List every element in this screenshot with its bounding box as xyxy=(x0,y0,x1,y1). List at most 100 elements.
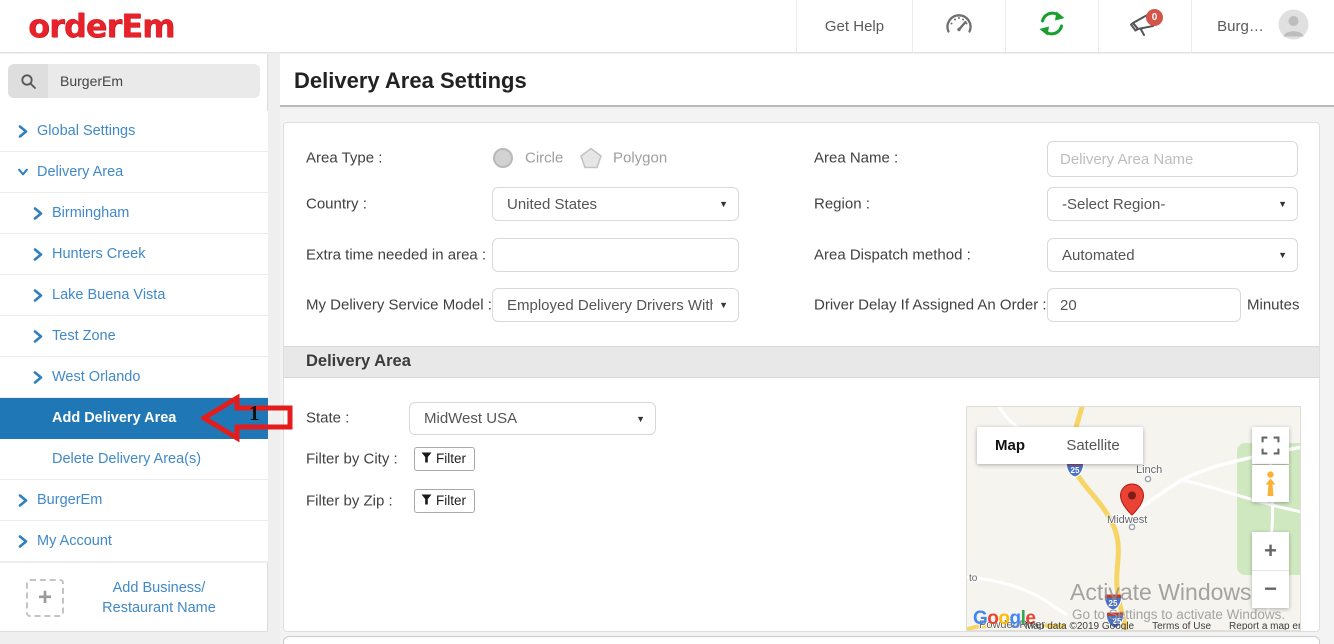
country-select[interactable]: United States ▼ xyxy=(492,187,739,221)
pegman-icon xyxy=(1263,471,1278,497)
sidebar-item-label: Hunters Creek xyxy=(52,246,145,262)
fullscreen-button[interactable] xyxy=(1252,427,1289,464)
sidebar-item-hunters-creek[interactable]: Hunters Creek xyxy=(0,234,268,275)
extra-time-label: Extra time needed in area : xyxy=(306,247,486,264)
area-type-polygon-option[interactable] xyxy=(579,146,603,175)
filter-city-button[interactable]: Filter xyxy=(414,447,475,471)
add-business-line2: Restaurant Name xyxy=(64,598,254,618)
sidebar-item-my-account[interactable]: My Account xyxy=(0,521,268,562)
zoom-control: + − xyxy=(1252,532,1289,608)
add-business-button[interactable]: + Add Business/ Restaurant Name xyxy=(0,562,268,632)
user-menu[interactable]: Burg… xyxy=(1191,0,1334,52)
dispatch-method-select[interactable]: Automated ▼ xyxy=(1047,238,1298,272)
filter-zip-button[interactable]: Filter xyxy=(414,489,475,513)
add-business-line1: Add Business/ xyxy=(64,578,254,598)
chevron-right-icon xyxy=(18,125,28,138)
caret-down-icon: ▼ xyxy=(719,199,728,209)
caret-down-icon: ▼ xyxy=(1278,199,1287,209)
sidebar-item-burgerem[interactable]: BurgerEm xyxy=(0,480,268,521)
zoom-out-button[interactable]: − xyxy=(1252,571,1289,609)
route-25-shield: 25 xyxy=(1066,466,1084,475)
next-section-card-edge xyxy=(283,636,1320,644)
map-attribution: Map data ©2019 Google Terms of Use Repor… xyxy=(1025,621,1301,631)
map-data-attribution: Map data ©2019 Google xyxy=(1025,621,1134,631)
chevron-right-icon xyxy=(33,371,43,384)
map-road-to-label: to xyxy=(969,573,977,584)
notification-badge: 0 xyxy=(1146,9,1163,26)
dispatch-method-label: Area Dispatch method : xyxy=(814,247,971,264)
street-view-button[interactable] xyxy=(1252,465,1289,502)
area-type-circle-option[interactable] xyxy=(493,148,513,168)
area-name-input[interactable] xyxy=(1047,141,1298,177)
extra-time-input[interactable] xyxy=(492,238,739,272)
region-select[interactable]: -Select Region- ▼ xyxy=(1047,187,1298,221)
user-name: Burg… xyxy=(1217,18,1264,35)
caret-down-icon: ▼ xyxy=(1278,250,1287,260)
main-content: Area Type : Circle Polygon Country : Uni… xyxy=(280,109,1334,644)
map-view-button[interactable]: Map xyxy=(977,427,1043,464)
announcements-button[interactable]: 0 xyxy=(1098,0,1191,52)
google-map[interactable]: 25 25 25 Linch Midwest Powder River to M… xyxy=(966,406,1301,631)
state-label: State : xyxy=(306,410,349,427)
top-header: orderEm Get Help xyxy=(0,0,1334,53)
get-help-label: Get Help xyxy=(825,18,884,35)
avatar xyxy=(1278,9,1309,44)
service-model-select[interactable]: Employed Delivery Drivers With ▼ xyxy=(492,288,739,322)
funnel-icon xyxy=(421,451,432,466)
sidebar-item-label: Delete Delivery Area(s) xyxy=(52,451,201,467)
sidebar-item-delete-delivery-area[interactable]: Delete Delivery Area(s) xyxy=(0,439,268,480)
refresh-icon xyxy=(1037,10,1067,42)
region-value: -Select Region- xyxy=(1062,196,1272,213)
page: orderEm Get Help xyxy=(0,0,1334,644)
activate-windows-watermark-sub: Go to Settings to activate Windows. xyxy=(1072,607,1285,622)
sidebar-item-label: West Orlando xyxy=(52,369,140,385)
filter-zip-button-label: Filter xyxy=(436,493,466,508)
sidebar-item-birmingham[interactable]: Birmingham xyxy=(0,193,268,234)
caret-down-icon: ▼ xyxy=(719,300,728,310)
get-help-link[interactable]: Get Help xyxy=(796,0,912,52)
chevron-right-icon xyxy=(33,248,43,261)
area-type-label: Area Type : xyxy=(306,150,382,167)
terms-of-use-link[interactable]: Terms of Use xyxy=(1152,621,1211,631)
settings-card: Area Type : Circle Polygon Country : Uni… xyxy=(283,122,1320,632)
chevron-right-icon xyxy=(33,289,43,302)
filter-city-button-label: Filter xyxy=(436,451,466,466)
sidebar-search xyxy=(8,64,260,98)
page-title: Delivery Area Settings xyxy=(294,68,527,94)
sidebar-item-west-orlando[interactable]: West Orlando xyxy=(0,357,268,398)
search-icon xyxy=(8,64,48,98)
orderem-logo[interactable]: orderEm xyxy=(28,7,174,45)
google-logo-letter: o xyxy=(987,608,998,629)
satellite-view-button[interactable]: Satellite xyxy=(1043,427,1143,464)
sidebar-item-lake-buena-vista[interactable]: Lake Buena Vista xyxy=(0,275,268,316)
sidebar-item-test-zone[interactable]: Test Zone xyxy=(0,316,268,357)
sidebar-item-delivery-area[interactable]: Delivery Area xyxy=(0,152,268,193)
area-name-label: Area Name : xyxy=(814,150,898,167)
google-logo-letter: o xyxy=(998,608,1009,629)
page-title-band: Delivery Area Settings xyxy=(280,54,1334,107)
chevron-down-icon xyxy=(18,167,28,177)
state-value: MidWest USA xyxy=(424,410,630,427)
report-map-error-link[interactable]: Report a map error xyxy=(1229,621,1301,631)
state-select[interactable]: MidWest USA ▼ xyxy=(409,402,656,435)
sidebar-item-label: BurgerEm xyxy=(37,492,102,508)
sidebar-nav: Global Settings Delivery Area Birmingham… xyxy=(0,111,268,562)
fullscreen-icon xyxy=(1261,436,1280,455)
google-logo-letter: G xyxy=(973,608,987,629)
sidebar-item-label: Lake Buena Vista xyxy=(52,287,165,303)
sidebar-item-global-settings[interactable]: Global Settings xyxy=(0,111,268,152)
filter-zip-label: Filter by Zip : xyxy=(306,493,393,510)
service-model-value: Employed Delivery Drivers With xyxy=(507,297,713,314)
country-label: Country : xyxy=(306,196,367,213)
driver-delay-input[interactable] xyxy=(1047,288,1241,322)
dashboard-button[interactable] xyxy=(912,0,1005,52)
driver-delay-label: Driver Delay If Assigned An Order : xyxy=(814,297,1047,314)
search-input[interactable] xyxy=(48,73,260,89)
section-title: Delivery Area xyxy=(306,352,411,371)
sync-button[interactable] xyxy=(1005,0,1098,52)
filter-city-label: Filter by City : xyxy=(306,451,398,468)
zoom-in-button[interactable]: + xyxy=(1252,532,1289,571)
driver-delay-unit: Minutes xyxy=(1247,297,1300,314)
speedometer-icon xyxy=(944,11,974,42)
add-business-label: Add Business/ Restaurant Name xyxy=(64,578,268,618)
